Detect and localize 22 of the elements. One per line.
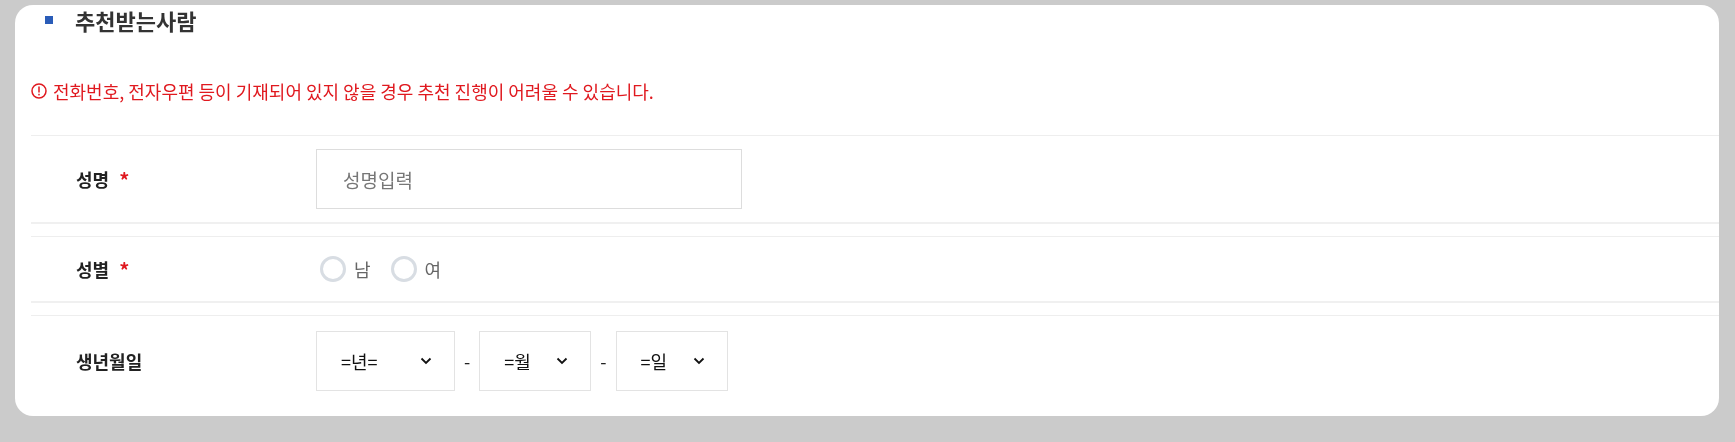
field-label: 성별 [76,256,110,282]
radio-button[interactable] [320,256,346,282]
bullet-square-icon [45,16,53,24]
radio-label[interactable]: 남 [354,256,371,282]
date-dropdown[interactable]: =월 [479,330,592,391]
chevron-down-icon [692,356,705,365]
warning-text: 전화번호, 전자우편 등이 기재되어 있지 않을 경우 추천 진행이 어려울 수 있습니다. [53,78,654,104]
name-input-field[interactable]: 성명입력 [316,149,742,209]
field-label: 성명 [76,166,110,192]
required-mark: * [119,164,130,194]
radio-button[interactable] [390,256,417,282]
date-dropdown[interactable]: =일 [615,330,728,391]
date-dropdown[interactable]: =년= [316,330,455,391]
required-mark: * [119,254,130,284]
date-separator: - [464,347,471,374]
date-separator: - [600,347,607,374]
section-title: 추천받는사람 [75,4,197,36]
radio-label[interactable]: 여 [424,256,442,282]
chevron-down-icon [420,356,432,365]
exclamation-circle-icon [31,83,47,99]
chevron-down-icon [556,356,569,365]
field-label: 생년월일 [76,347,143,374]
